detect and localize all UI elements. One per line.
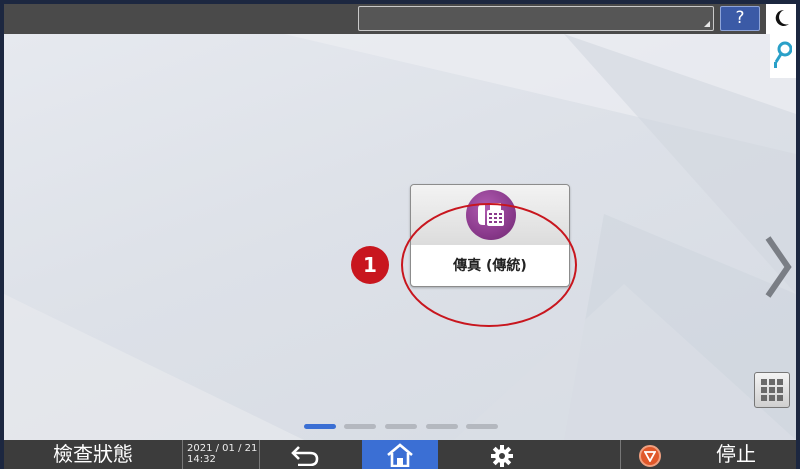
stop-icon bbox=[639, 445, 661, 467]
bottom-bar: 檢查狀態 2021 / 01 / 21 14:32 停止 bbox=[4, 440, 796, 469]
page-dot[interactable] bbox=[304, 424, 336, 429]
page-dot[interactable] bbox=[426, 424, 458, 429]
energy-saver-button[interactable] bbox=[766, 4, 796, 34]
settings-button[interactable] bbox=[440, 440, 620, 469]
page-dot[interactable] bbox=[344, 424, 376, 429]
grid-icon bbox=[761, 379, 783, 401]
message-box[interactable] bbox=[358, 6, 714, 31]
date-text: 2021 / 01 / 21 bbox=[187, 443, 258, 454]
home-screen: 傳真 (傳統) 1 bbox=[4, 34, 796, 440]
background-pattern bbox=[4, 34, 796, 440]
home-icon bbox=[387, 443, 413, 467]
back-button[interactable] bbox=[260, 440, 360, 469]
device-frame: ? 傳真 (傳統) 1 檢查狀態 2021 / 01 / 21 14:32 停止 bbox=[0, 0, 800, 469]
search-icon bbox=[774, 41, 792, 68]
home-button[interactable] bbox=[362, 440, 438, 469]
page-dot[interactable] bbox=[385, 424, 417, 429]
next-page-arrow-icon[interactable] bbox=[762, 234, 792, 300]
moon-icon bbox=[775, 9, 789, 26]
expand-corner-icon bbox=[704, 21, 710, 27]
page-indicator bbox=[304, 424, 504, 432]
applications-button[interactable] bbox=[754, 372, 790, 408]
top-bar: ? bbox=[4, 4, 796, 34]
check-status-button[interactable]: 檢查狀態 bbox=[4, 440, 182, 469]
callout-number-badge: 1 bbox=[351, 246, 389, 284]
stop-button[interactable]: 停止 bbox=[620, 440, 796, 469]
settings-icon bbox=[491, 445, 513, 467]
help-button[interactable]: ? bbox=[720, 6, 760, 31]
page-dot[interactable] bbox=[466, 424, 498, 429]
back-icon bbox=[291, 446, 319, 466]
quick-search-tab[interactable] bbox=[770, 34, 796, 78]
stop-label: 停止 bbox=[716, 442, 756, 466]
date-time-display: 2021 / 01 / 21 14:32 bbox=[182, 440, 260, 469]
callout-highlight bbox=[401, 203, 577, 327]
time-text: 14:32 bbox=[187, 454, 216, 465]
